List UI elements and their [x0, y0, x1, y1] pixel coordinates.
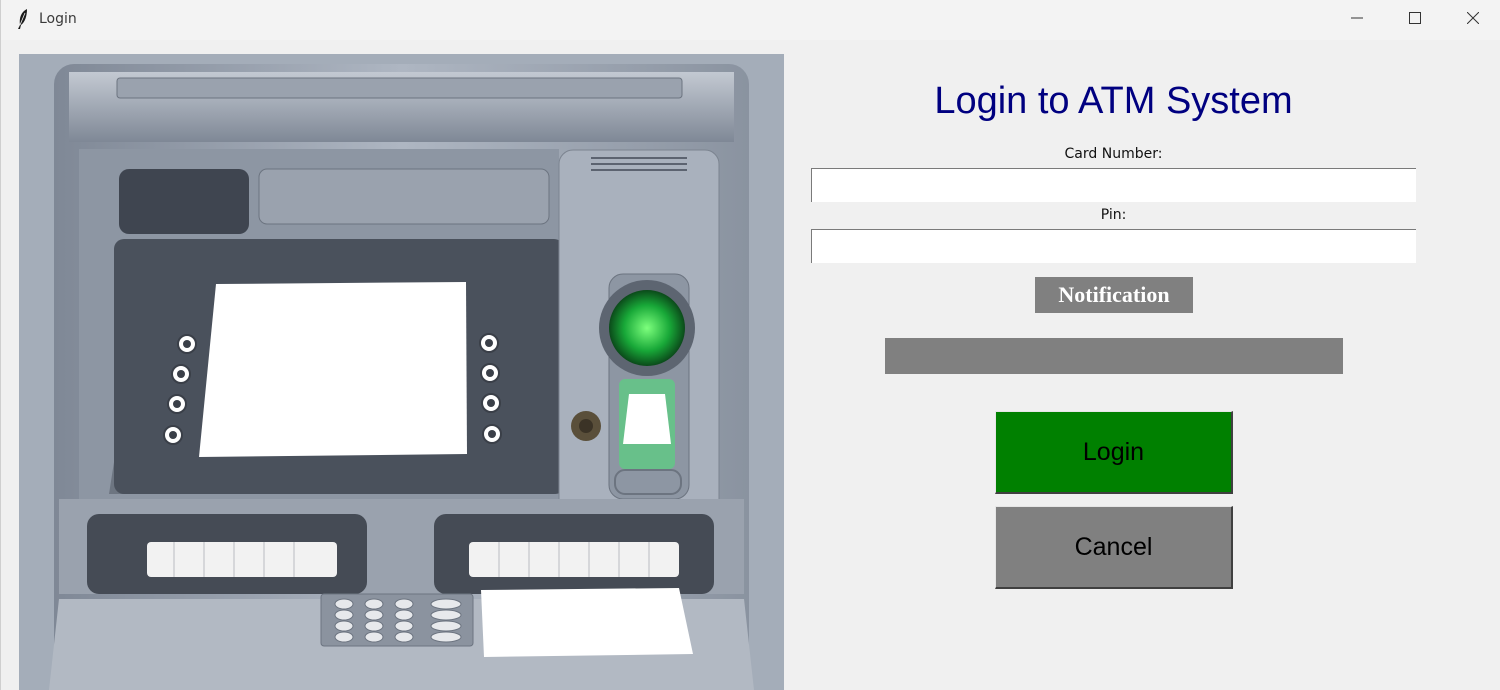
pin-label: Pin:: [1100, 207, 1127, 223]
login-window: Login Login to ATM System Card Number: P…: [0, 0, 1500, 690]
title-bar[interactable]: Login: [1, 0, 1500, 40]
minimize-button[interactable]: [1328, 0, 1386, 40]
form-title: Login to ATM System: [934, 80, 1293, 122]
card-number-label: Card Number:: [1064, 146, 1163, 162]
window-title: Login: [39, 11, 77, 27]
pin-input[interactable]: [811, 229, 1416, 263]
feather-icon: [15, 8, 31, 30]
cancel-button[interactable]: Cancel: [995, 506, 1233, 589]
notification-message: [885, 338, 1343, 374]
card-number-input[interactable]: [811, 168, 1416, 202]
close-button[interactable]: [1444, 0, 1500, 40]
login-button[interactable]: Login: [995, 411, 1233, 494]
minimize-icon: [1351, 11, 1363, 29]
maximize-button[interactable]: [1386, 0, 1444, 40]
atm-machine-image: [19, 54, 784, 690]
close-icon: [1466, 11, 1480, 29]
notification-label: Notification: [1035, 277, 1193, 313]
maximize-icon: [1409, 11, 1421, 29]
